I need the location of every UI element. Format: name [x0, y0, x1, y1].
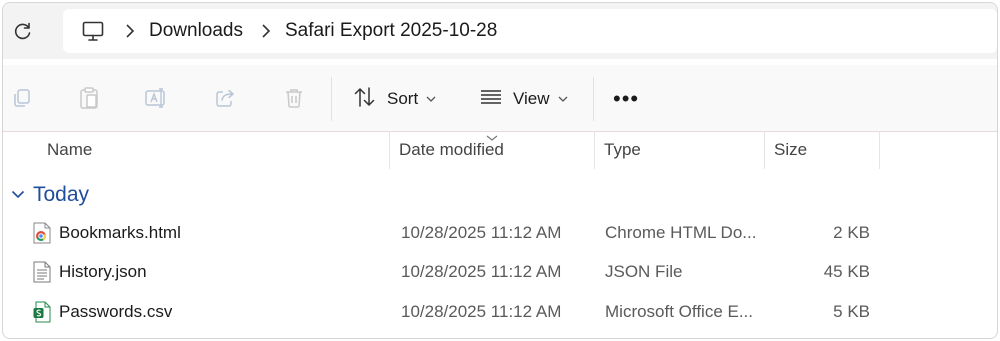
group-header-today[interactable]: Today — [11, 180, 89, 210]
file-size: 2 KB — [833, 223, 870, 242]
group-label: Today — [33, 183, 90, 206]
sort-button[interactable]: Sort — [353, 82, 436, 116]
chevron-down-icon — [426, 96, 436, 102]
view-label: View — [513, 89, 550, 108]
view-icon — [479, 89, 503, 110]
file-row[interactable]: Passwords.csv 10/28/2025 11:12 AM Micros… — [3, 294, 997, 330]
paste-icon[interactable] — [74, 83, 104, 113]
view-button[interactable]: View — [479, 82, 568, 116]
file-name[interactable]: Bookmarks.html — [59, 215, 181, 251]
file-size: 5 KB — [833, 302, 870, 321]
column-divider[interactable] — [879, 131, 880, 169]
column-header-type[interactable]: Type — [596, 131, 764, 169]
refresh-icon[interactable] — [9, 17, 37, 45]
column-divider[interactable] — [389, 131, 390, 169]
this-pc-icon[interactable] — [79, 17, 107, 45]
sort-label: Sort — [387, 89, 419, 108]
column-header-size[interactable]: Size — [766, 131, 878, 169]
column-header-date-modified[interactable]: Date modified — [391, 131, 593, 169]
column-divider[interactable] — [764, 131, 765, 169]
chevron-down-icon[interactable] — [11, 186, 25, 204]
delete-icon[interactable] — [279, 83, 309, 113]
address-row: Downloads Safari Export 2025-10-28 — [3, 3, 997, 59]
toolbar-divider — [331, 77, 332, 121]
toolbar-divider — [593, 77, 594, 121]
column-header-row: Name Date modified Type Size — [3, 131, 997, 169]
breadcrumb-item-downloads[interactable]: Downloads — [149, 20, 243, 42]
sort-icon — [353, 86, 377, 113]
file-row[interactable]: Bookmarks.html 10/28/2025 11:12 AM Chrom… — [3, 215, 997, 251]
command-bar: Sort View ••• — [3, 65, 997, 132]
breadcrumb-item-current-folder[interactable]: Safari Export 2025-10-28 — [285, 20, 497, 42]
column-divider[interactable] — [594, 131, 595, 169]
file-date-modified: 10/28/2025 11:12 AM — [401, 302, 562, 321]
file-size: 45 KB — [823, 262, 870, 281]
file-row[interactable]: History.json 10/28/2025 11:12 AM JSON Fi… — [3, 254, 997, 290]
file-type: Microsoft Office E... — [605, 302, 754, 321]
excel-csv-icon — [31, 301, 53, 323]
text-file-icon — [31, 261, 53, 283]
column-header-name[interactable]: Name — [39, 131, 389, 169]
file-explorer-window: Downloads Safari Export 2025-10-28 Sort … — [2, 2, 998, 339]
file-name[interactable]: History.json — [59, 254, 147, 290]
file-type: JSON File — [605, 262, 683, 281]
chevron-right-icon[interactable] — [261, 24, 271, 38]
file-name[interactable]: Passwords.csv — [59, 294, 172, 330]
breadcrumb[interactable]: Downloads Safari Export 2025-10-28 — [63, 9, 997, 53]
copy-icon[interactable] — [7, 83, 37, 113]
chevron-right-icon[interactable] — [125, 24, 135, 38]
share-icon[interactable] — [210, 83, 240, 113]
chrome-html-icon — [31, 222, 53, 244]
more-options-button[interactable]: ••• — [613, 88, 639, 110]
file-date-modified: 10/28/2025 11:12 AM — [401, 262, 562, 281]
file-type: Chrome HTML Do... — [605, 223, 757, 242]
rename-icon[interactable] — [141, 83, 171, 113]
file-date-modified: 10/28/2025 11:12 AM — [401, 223, 562, 242]
chevron-down-icon — [558, 96, 568, 102]
